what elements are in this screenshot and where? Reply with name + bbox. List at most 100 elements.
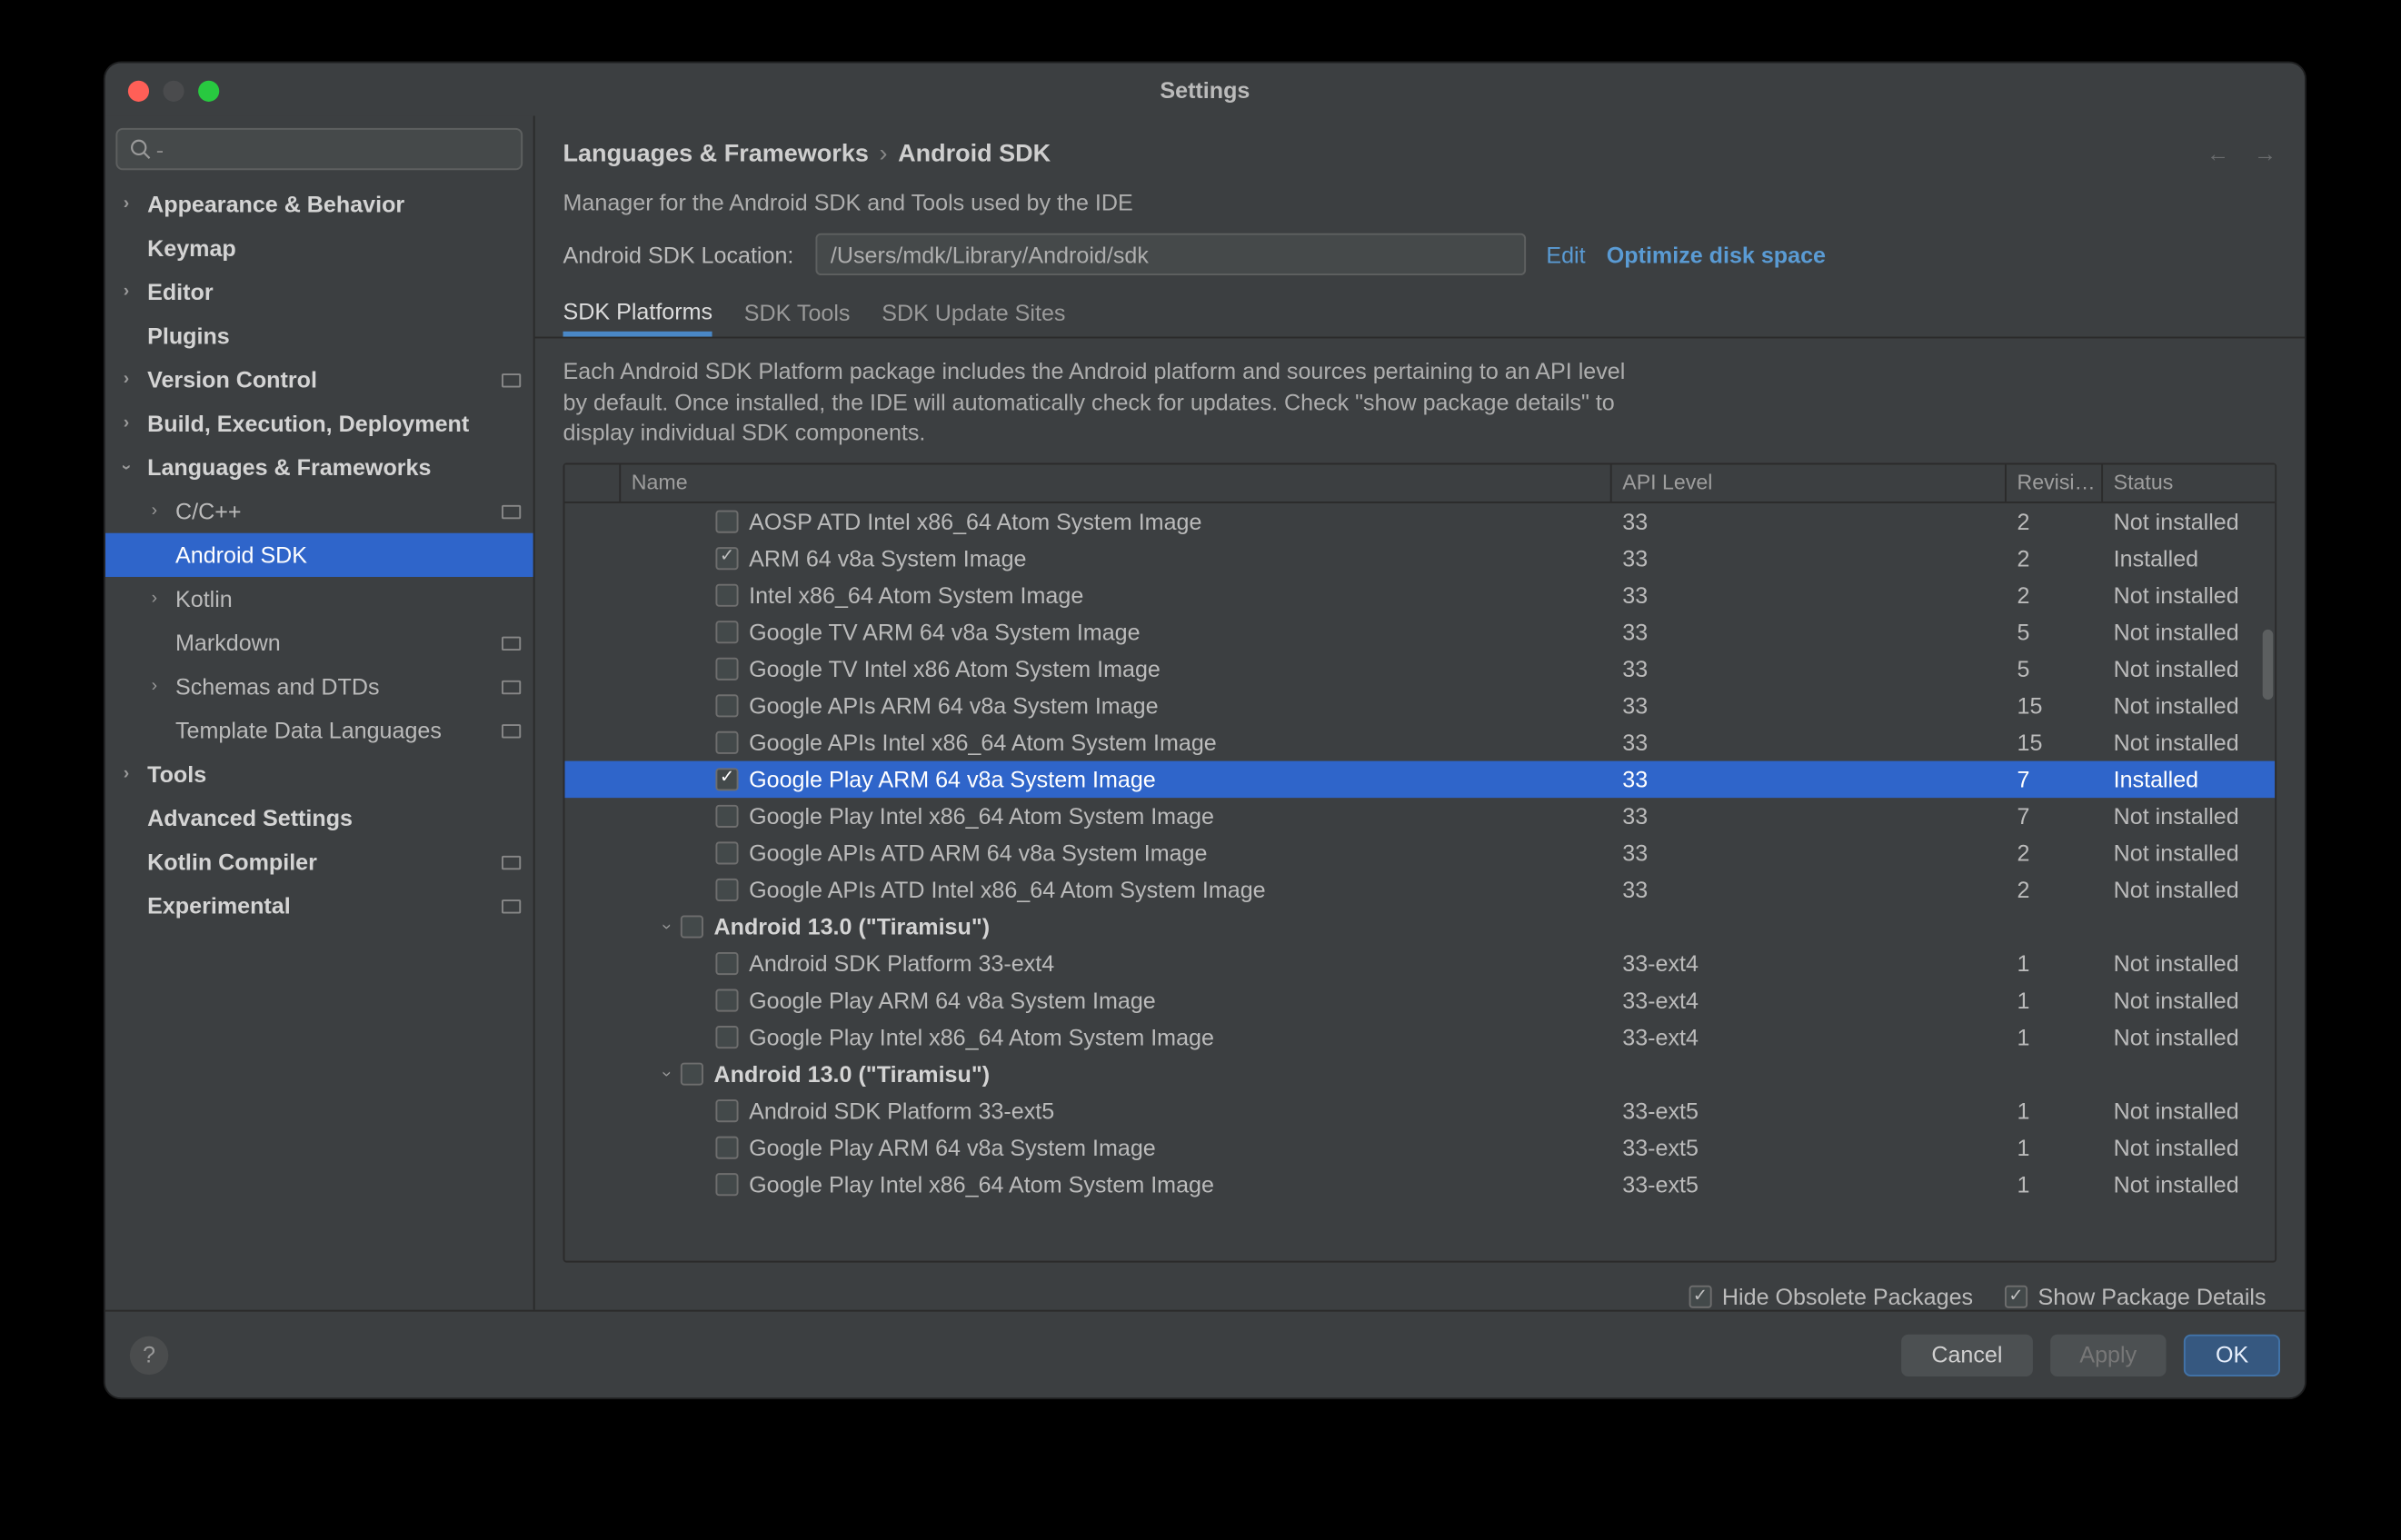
table-row[interactable]: Google APIs Intel x86_64 Atom System Ima…: [564, 723, 2275, 760]
sidebar-item-version-control[interactable]: ›Version Control: [105, 358, 533, 402]
show-package-details-checkbox[interactable]: Show Package Details: [2005, 1284, 2267, 1310]
package-checkbox[interactable]: [681, 1062, 703, 1085]
nav-forward-button[interactable]: →: [2254, 139, 2276, 165]
package-checkbox[interactable]: [681, 915, 703, 938]
col-rev[interactable]: Revisi…: [2007, 464, 2103, 502]
sidebar-item-advanced-settings[interactable]: Advanced Settings: [105, 796, 533, 840]
status: Not installed: [2103, 692, 2275, 719]
table-row[interactable]: Google Play ARM 64 v8a System Image33-ex…: [564, 1128, 2275, 1166]
minimize-window-button[interactable]: [163, 81, 184, 102]
package-name: Google APIs Intel x86_64 Atom System Ima…: [749, 729, 1217, 755]
sidebar-item-android-sdk[interactable]: Android SDK: [105, 533, 533, 577]
package-name: Google Play ARM 64 v8a System Image: [749, 987, 1156, 1013]
package-checkbox[interactable]: [715, 768, 738, 790]
package-checkbox[interactable]: [715, 657, 738, 680]
sidebar-item-kotlin-compiler[interactable]: Kotlin Compiler: [105, 840, 533, 883]
col-name[interactable]: Name: [621, 464, 1611, 502]
table-scrollbar[interactable]: [2263, 629, 2274, 699]
sidebar-item-kotlin[interactable]: ›Kotlin: [105, 577, 533, 621]
api-level: 33: [1612, 545, 2007, 571]
tab-sdk-update-sites[interactable]: SDK Update Sites: [882, 300, 1065, 337]
table-row[interactable]: ›Android 13.0 ("Tiramisu"): [564, 908, 2275, 945]
revision: 2: [2007, 545, 2103, 571]
sidebar-item-template-data-languages[interactable]: Template Data Languages: [105, 709, 533, 752]
settings-search-input[interactable]: -: [115, 128, 523, 170]
table-row[interactable]: Google APIs ARM 64 v8a System Image3315N…: [564, 687, 2275, 724]
table-row[interactable]: ›Android 13.0 ("Tiramisu"): [564, 1055, 2275, 1092]
sidebar-item-appearance-behavior[interactable]: ›Appearance & Behavior: [105, 183, 533, 226]
package-checkbox[interactable]: [715, 1098, 738, 1121]
table-row[interactable]: Google TV ARM 64 v8a System Image335Not …: [564, 613, 2275, 651]
tab-sdk-tools[interactable]: SDK Tools: [744, 300, 851, 337]
package-name: Google TV Intel x86 Atom System Image: [749, 655, 1161, 681]
table-row[interactable]: Google Play Intel x86_64 Atom System Ima…: [564, 797, 2275, 834]
window-title: Settings: [1160, 76, 1250, 103]
table-row[interactable]: Google APIs ATD ARM 64 v8a System Image3…: [564, 834, 2275, 871]
table-row[interactable]: ARM 64 v8a System Image332Installed: [564, 540, 2275, 577]
sidebar-item-schemas-and-dtds[interactable]: ›Schemas and DTDs: [105, 664, 533, 708]
apply-button[interactable]: Apply: [2050, 1334, 2167, 1376]
close-window-button[interactable]: [128, 81, 149, 102]
nav-back-button[interactable]: ←: [2207, 139, 2229, 165]
sidebar-item-c-c-[interactable]: ›C/C++: [105, 489, 533, 532]
sidebar-item-experimental[interactable]: Experimental: [105, 884, 533, 928]
package-checkbox[interactable]: [715, 951, 738, 974]
sidebar-item-keymap[interactable]: Keymap: [105, 226, 533, 270]
ok-button[interactable]: OK: [2184, 1334, 2280, 1376]
help-button[interactable]: ?: [130, 1336, 168, 1374]
table-row[interactable]: Google Play ARM 64 v8a System Image337In…: [564, 760, 2275, 798]
package-checkbox[interactable]: [715, 841, 738, 864]
package-checkbox[interactable]: [715, 546, 738, 569]
revision: 5: [2007, 619, 2103, 645]
sidebar-item-editor[interactable]: ›Editor: [105, 270, 533, 313]
table-row[interactable]: AOSP ATD Intel x86_64 Atom System Image3…: [564, 502, 2275, 540]
package-checkbox[interactable]: [715, 804, 738, 827]
expand-toggle-icon[interactable]: ›: [653, 917, 681, 936]
status: Not installed: [2103, 987, 2275, 1013]
table-row[interactable]: Google Play Intel x86_64 Atom System Ima…: [564, 1166, 2275, 1203]
package-checkbox[interactable]: [715, 878, 738, 900]
titlebar: Settings: [105, 63, 2305, 115]
table-row[interactable]: Intel x86_64 Atom System Image332Not ins…: [564, 576, 2275, 613]
api-level: 33: [1612, 619, 2007, 645]
api-level: 33: [1612, 655, 2007, 681]
sidebar-item-plugins[interactable]: Plugins: [105, 313, 533, 357]
sidebar-item-tools[interactable]: ›Tools: [105, 752, 533, 796]
table-row[interactable]: Android SDK Platform 33-ext433-ext41Not …: [564, 945, 2275, 982]
revision: 2: [2007, 876, 2103, 902]
package-checkbox[interactable]: [715, 1136, 738, 1158]
package-checkbox[interactable]: [715, 989, 738, 1011]
table-row[interactable]: Google APIs ATD Intel x86_64 Atom System…: [564, 871, 2275, 909]
package-checkbox[interactable]: [715, 583, 738, 606]
api-level: 33: [1612, 692, 2007, 719]
package-checkbox[interactable]: [715, 510, 738, 532]
table-row[interactable]: Android SDK Platform 33-ext533-ext51Not …: [564, 1092, 2275, 1129]
table-row[interactable]: Google Play ARM 64 v8a System Image33-ex…: [564, 981, 2275, 1018]
package-checkbox[interactable]: [715, 1025, 738, 1048]
chevron-right-icon: ›: [134, 677, 175, 696]
sidebar-item-label: Keymap: [147, 235, 236, 262]
sdk-location-input[interactable]: /Users/mdk/Library/Android/sdk: [815, 233, 1526, 275]
package-checkbox[interactable]: [715, 694, 738, 717]
tab-sdk-platforms[interactable]: SDK Platforms: [563, 298, 713, 336]
package-checkbox[interactable]: [715, 730, 738, 753]
project-settings-badge-icon: [502, 899, 519, 912]
breadcrumb: Languages & Frameworks›Android SDK: [563, 138, 1051, 166]
col-api[interactable]: API Level: [1612, 464, 2007, 502]
sidebar-item-build-execution-deployment[interactable]: ›Build, Execution, Deployment: [105, 402, 533, 445]
table-row[interactable]: Google Play Intel x86_64 Atom System Ima…: [564, 1018, 2275, 1056]
edit-location-link[interactable]: Edit: [1546, 241, 1585, 267]
sidebar-item-markdown[interactable]: Markdown: [105, 621, 533, 664]
table-row[interactable]: Google TV Intel x86 Atom System Image335…: [564, 650, 2275, 687]
package-checkbox[interactable]: [715, 1172, 738, 1195]
col-status[interactable]: Status: [2103, 464, 2275, 502]
zoom-window-button[interactable]: [198, 81, 219, 102]
sidebar-item-languages-frameworks[interactable]: ›Languages & Frameworks: [105, 445, 533, 489]
package-checkbox[interactable]: [715, 621, 738, 643]
optimize-disk-link[interactable]: Optimize disk space: [1607, 241, 1826, 267]
expand-toggle-icon[interactable]: ›: [653, 1064, 681, 1083]
hide-obsolete-checkbox[interactable]: Hide Obsolete Packages: [1689, 1284, 1973, 1310]
cancel-button[interactable]: Cancel: [1902, 1334, 2033, 1376]
status: Not installed: [2103, 655, 2275, 681]
package-name: Android SDK Platform 33-ext5: [749, 1097, 1054, 1123]
